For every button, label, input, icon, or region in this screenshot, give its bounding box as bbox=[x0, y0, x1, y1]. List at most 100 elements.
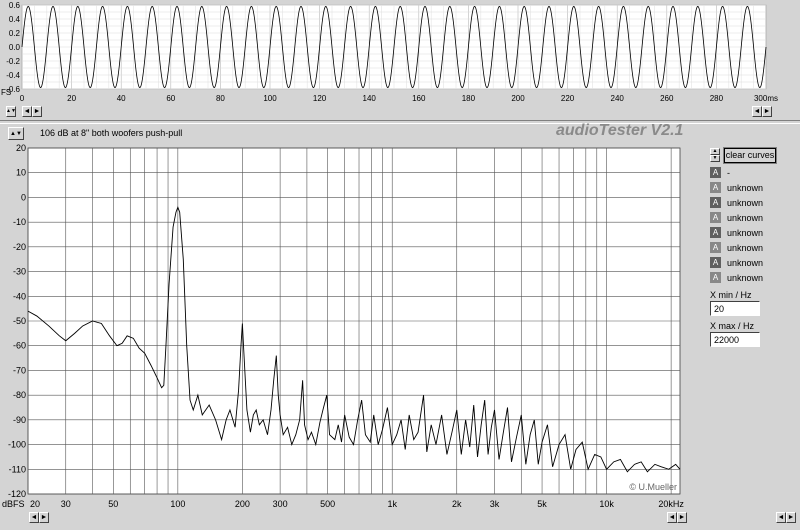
wave-xtick-label: 200 bbox=[511, 94, 525, 103]
waveform-chart: 0.60.40.20.0-0.2-0.4-0.6FS 0 20 40 60 80 100 1… bbox=[0, 0, 800, 104]
spec-ytick-label: -40 bbox=[13, 291, 26, 301]
spec-xtick-label: 50 bbox=[108, 499, 118, 509]
wave-ylabel-unit: FS bbox=[1, 88, 11, 97]
curve-item[interactable]: A- bbox=[710, 166, 730, 179]
wave-xtick-label: 80 bbox=[216, 94, 225, 103]
side-scroll-left-button[interactable]: ◄ bbox=[776, 512, 786, 523]
curve-toggle-icon[interactable]: A bbox=[710, 227, 721, 238]
spin-up-button[interactable]: ▲ bbox=[710, 148, 720, 155]
wave-xtick-label: 140 bbox=[363, 94, 377, 103]
wave-ytick-label: 0.4 bbox=[9, 15, 21, 24]
scroll-left-button-right[interactable]: ◄ bbox=[752, 106, 762, 117]
xmin-input[interactable] bbox=[710, 301, 760, 316]
curve-toggle-icon[interactable]: A bbox=[710, 167, 721, 178]
bottom-scroll-right-button[interactable]: ► bbox=[39, 512, 49, 523]
wave-xtick-label: 120 bbox=[313, 94, 327, 103]
bottom-scroll-left-button[interactable]: ◄ bbox=[29, 512, 39, 523]
spec-ytick-label: -70 bbox=[13, 365, 26, 375]
wave-ytick-label: -0.2 bbox=[6, 57, 20, 66]
wave-ytick-label: 0.2 bbox=[9, 29, 21, 38]
wave-ytick-label: 0.0 bbox=[9, 43, 21, 52]
spec-xtick-label: 1k bbox=[387, 499, 397, 509]
curve-label: unknown bbox=[727, 227, 764, 238]
clear-curves-button[interactable]: clear curves bbox=[723, 147, 777, 164]
wave-xtick-label: 0 bbox=[20, 94, 25, 103]
scroll-right-button[interactable]: ► bbox=[32, 106, 42, 117]
curve-toggle-icon[interactable]: A bbox=[710, 272, 721, 283]
curve-toggle-icon[interactable]: A bbox=[710, 242, 721, 253]
spin-down-button[interactable]: ▼ bbox=[710, 155, 720, 162]
curve-toggle-icon[interactable]: A bbox=[710, 197, 721, 208]
curve-item[interactable]: Aunknown bbox=[710, 256, 763, 269]
spec-xtick-label: 5k bbox=[537, 499, 547, 509]
wave-xtick-label: 160 bbox=[412, 94, 426, 103]
spec-xtick-label: 3k bbox=[490, 499, 500, 509]
y-axis-unit: dBFS bbox=[2, 499, 25, 509]
spec-xtick-label: 200 bbox=[235, 499, 250, 509]
curve-label: - bbox=[727, 167, 730, 178]
spec-xtick-label: 100 bbox=[170, 499, 185, 509]
spec-xtick-label: 300 bbox=[273, 499, 288, 509]
side-scroll-right-button[interactable]: ► bbox=[786, 512, 796, 523]
spec-xtick-label: 10k bbox=[599, 499, 614, 509]
spec-ytick-label: 10 bbox=[16, 168, 26, 178]
curve-label: unknown bbox=[727, 257, 764, 268]
wave-xtick-label: 280 bbox=[710, 94, 724, 103]
curve-toggle-icon[interactable]: A bbox=[710, 212, 721, 223]
wave-ytick-label: -0.4 bbox=[6, 71, 20, 80]
wave-xtick-label: 40 bbox=[117, 94, 126, 103]
xmax-label: X max / Hz bbox=[710, 321, 755, 331]
curve-item[interactable]: Aunknown bbox=[710, 241, 763, 254]
chart-title: 106 dB at 8" both woofers push-pull bbox=[40, 128, 183, 138]
scroll-right-button-right[interactable]: ► bbox=[762, 106, 772, 117]
wave-xtick-label: 220 bbox=[561, 94, 575, 103]
credit-label: © U.Mueller bbox=[629, 482, 677, 492]
spec-xtick-label: 30 bbox=[61, 499, 71, 509]
curve-item[interactable]: Aunknown bbox=[710, 226, 763, 239]
title-spin-button[interactable]: ▲▼ bbox=[8, 127, 24, 140]
spec-xtick-label: 20 bbox=[30, 499, 40, 509]
wave-xtick-label: 240 bbox=[611, 94, 625, 103]
curve-item[interactable]: Aunknown bbox=[710, 181, 763, 194]
scroll-left-button[interactable]: ◄ bbox=[22, 106, 32, 117]
spec-ytick-label: -50 bbox=[13, 316, 26, 326]
spec-ytick-label: -10 bbox=[13, 217, 26, 227]
curve-label: unknown bbox=[727, 212, 764, 223]
curve-label: unknown bbox=[727, 182, 764, 193]
spec-xtick-label: 20kHz bbox=[658, 499, 684, 509]
spec-ytick-label: -30 bbox=[13, 267, 26, 277]
bottom-scroll-right-button-right[interactable]: ► bbox=[677, 512, 687, 523]
wave-ytick-label: 0.6 bbox=[9, 1, 21, 10]
xmax-input[interactable] bbox=[710, 332, 760, 347]
curve-toggle-icon[interactable]: A bbox=[710, 257, 721, 268]
spec-ytick-label: -120 bbox=[8, 489, 26, 499]
curve-toggle-icon[interactable]: A bbox=[710, 182, 721, 193]
spec-ytick-label: 0 bbox=[21, 192, 26, 202]
spec-ytick-label: -90 bbox=[13, 415, 26, 425]
wave-xtick-label: 20 bbox=[67, 94, 76, 103]
waveform-panel: 0.6 0.4 0.2 0.0 -0.2 -0.4 -0.6 FS 0 20 40 60 80 100 1… bbox=[0, 0, 800, 117]
spec-ytick-label: -80 bbox=[13, 390, 26, 400]
bottom-scroll-left-button-right[interactable]: ◄ bbox=[667, 512, 677, 523]
curve-label: unknown bbox=[727, 197, 764, 208]
xmin-label: X min / Hz bbox=[710, 290, 752, 300]
spec-ytick-label: -60 bbox=[13, 341, 26, 351]
wave-xtick-label: 260 bbox=[660, 94, 674, 103]
curve-item[interactable]: Aunknown bbox=[710, 196, 763, 209]
curve-item[interactable]: Aunknown bbox=[710, 271, 763, 284]
wave-xtick-label: 180 bbox=[462, 94, 476, 103]
curve-label: unknown bbox=[727, 242, 764, 253]
curve-label: unknown bbox=[727, 272, 764, 283]
app-title: audioTester V2.1 bbox=[556, 122, 684, 139]
waveform-spin-button[interactable]: ▲▼ bbox=[6, 106, 16, 117]
curve-item[interactable]: Aunknown bbox=[710, 211, 763, 224]
spec-xtick-label: 2k bbox=[452, 499, 462, 509]
spectrum-chart: 20100-10-20-30-40-50-60-70-80-90-100-110… bbox=[2, 143, 684, 509]
spec-ytick-label: 20 bbox=[16, 143, 26, 153]
spec-ytick-label: -100 bbox=[8, 440, 26, 450]
wave-xtick-label: 60 bbox=[166, 94, 175, 103]
spec-ytick-label: -110 bbox=[9, 464, 26, 474]
wave-xtick-label: 100 bbox=[263, 94, 277, 103]
spec-ytick-label: -20 bbox=[13, 242, 26, 252]
spec-xtick-label: 500 bbox=[320, 499, 335, 509]
